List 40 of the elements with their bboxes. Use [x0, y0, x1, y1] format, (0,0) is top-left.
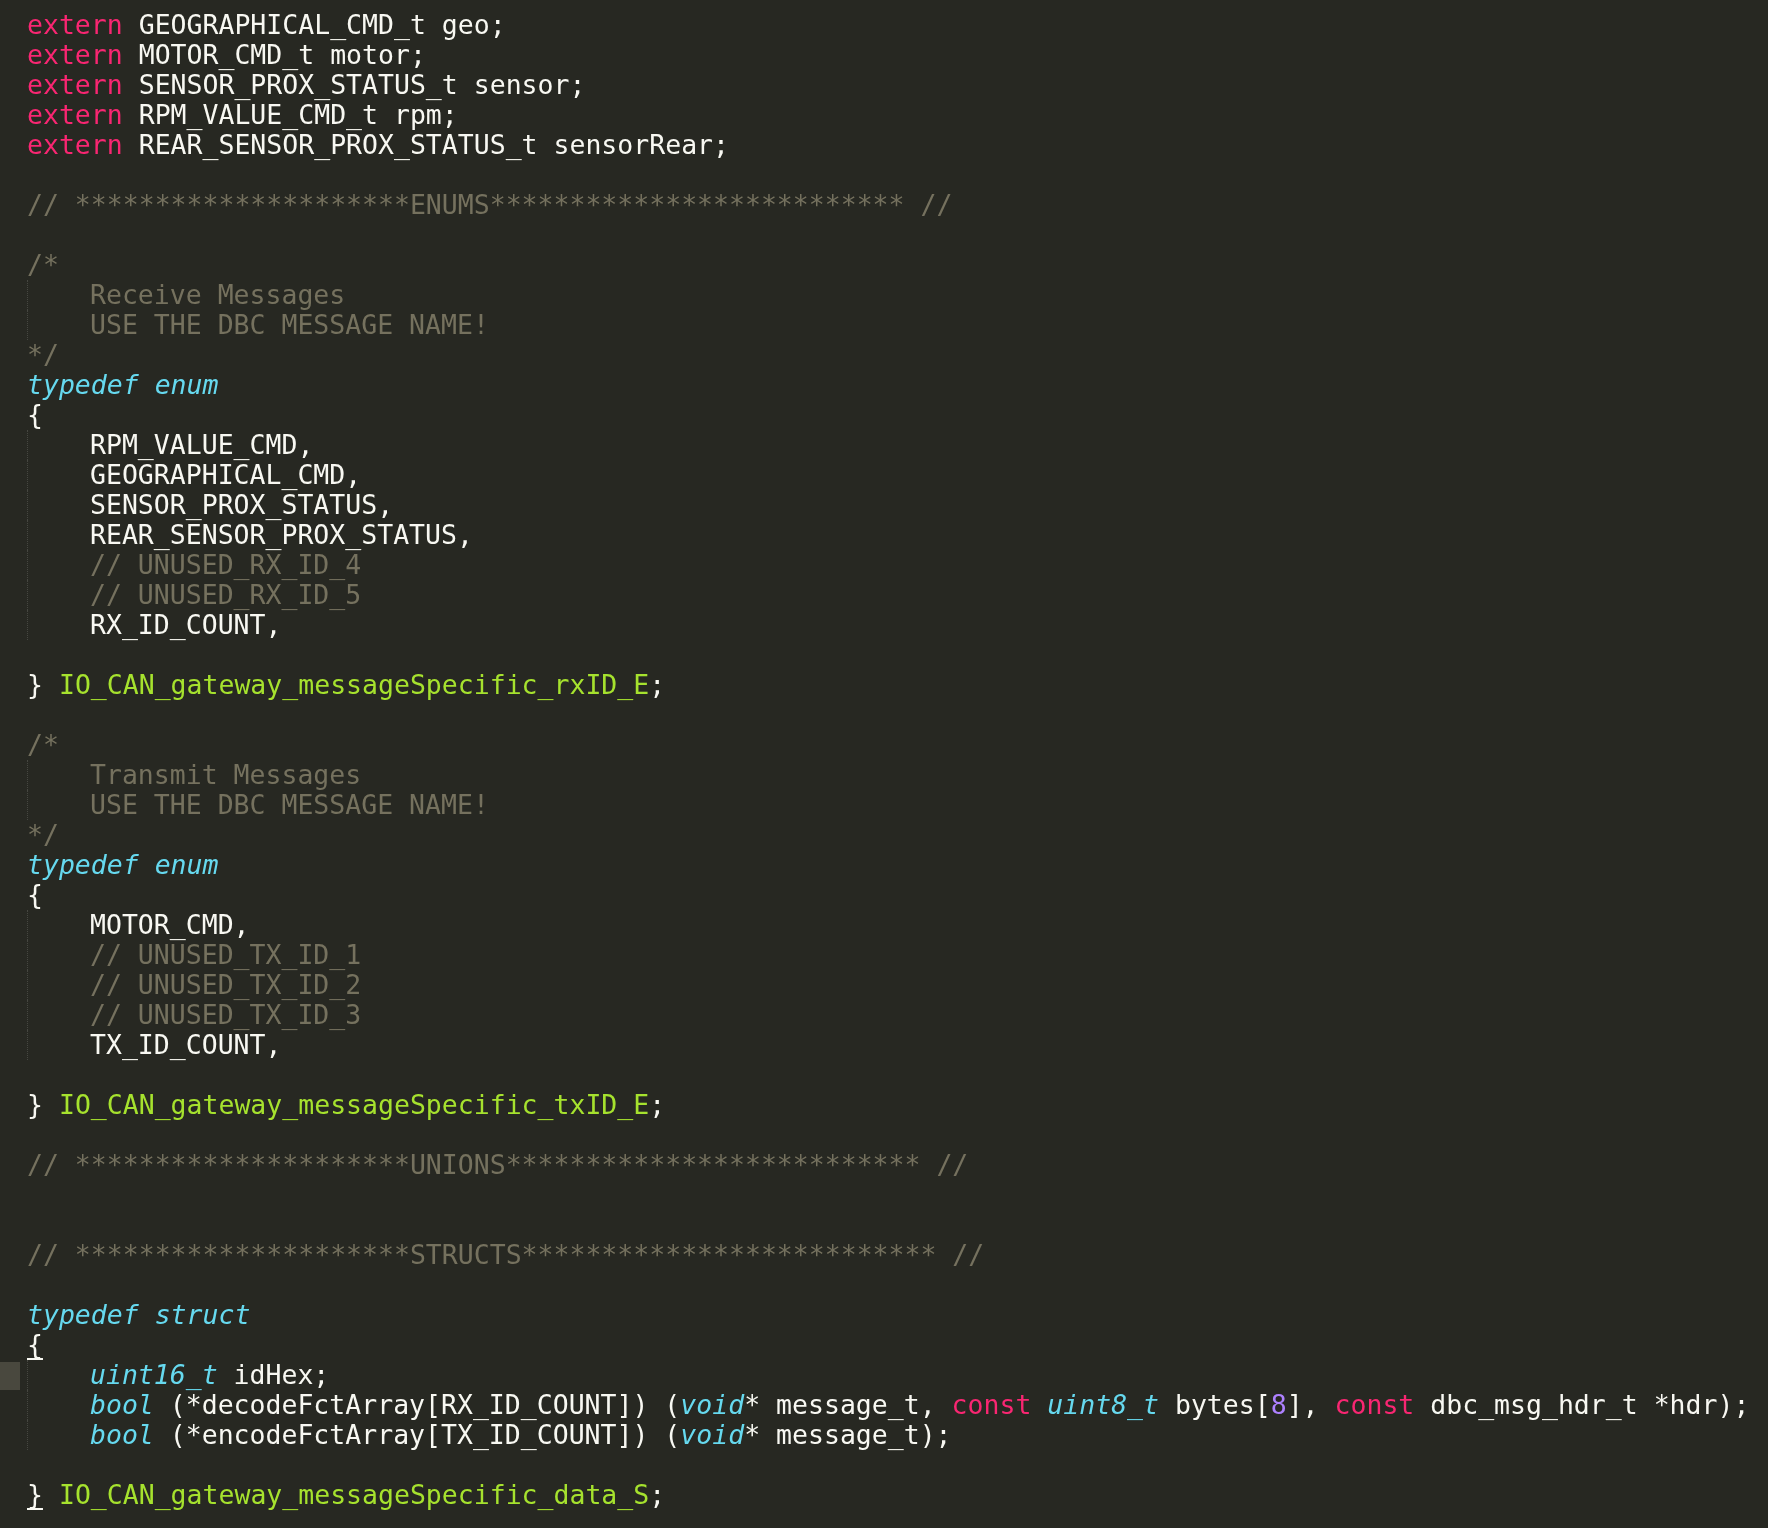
- code-line: // UNUSED_TX_ID_1: [90, 940, 362, 970]
- code-line: // UNUSED_TX_ID_3: [90, 1000, 362, 1030]
- code-line: typedef struct: [27, 1300, 251, 1330]
- code-line: } IO_CAN_gateway_messageSpecific_txID_E;: [27, 1090, 666, 1120]
- code-line: {: [27, 1330, 43, 1360]
- code-line: */: [27, 820, 59, 850]
- code-line: RX_ID_COUNT,: [90, 610, 282, 640]
- code-line: USE THE DBC MESSAGE NAME!: [90, 790, 489, 820]
- code-line: {: [27, 880, 43, 910]
- code-line: GEOGRAPHICAL_CMD,: [90, 460, 362, 490]
- code-line: extern GEOGRAPHICAL_CMD_t geo;: [27, 10, 506, 40]
- code-line: {: [27, 400, 43, 430]
- code-line: extern SENSOR_PROX_STATUS_t sensor;: [27, 70, 586, 100]
- code-line: // *********************ENUMS************************** //: [27, 190, 953, 220]
- code-line: typedef enum: [27, 850, 219, 880]
- code-line: REAR_SENSOR_PROX_STATUS,: [90, 520, 473, 550]
- code-line: /*: [27, 250, 59, 280]
- code-line: extern REAR_SENSOR_PROX_STATUS_t sensorRear;: [27, 130, 729, 160]
- code-line: typedef enum: [27, 370, 219, 400]
- code-line: // *********************STRUCTS************************** //: [27, 1240, 985, 1270]
- code-line: MOTOR_CMD,: [90, 910, 250, 940]
- code-line: Transmit Messages: [90, 760, 362, 790]
- code-line: SENSOR_PROX_STATUS,: [90, 490, 394, 520]
- code-line: TX_ID_COUNT,: [90, 1030, 282, 1060]
- code-line: bool (*decodeFctArray[RX_ID_COUNT]) (void* message_t, const uint8_t bytes[8], const dbc_msg_hdr_t *hdr);: [90, 1390, 1750, 1420]
- code-line: bool (*encodeFctArray[TX_ID_COUNT]) (void* message_t);: [90, 1420, 952, 1450]
- code-line: } IO_CAN_gateway_messageSpecific_rxID_E;: [27, 670, 666, 700]
- code-line: extern RPM_VALUE_CMD_t rpm;: [27, 100, 458, 130]
- code-line: // UNUSED_RX_ID_4: [90, 550, 362, 580]
- code-line: // UNUSED_RX_ID_5: [90, 580, 362, 610]
- code-line: uint16_t idHex;: [90, 1360, 330, 1390]
- code-line: // UNUSED_TX_ID_2: [90, 970, 362, 1000]
- code-line: /*: [27, 730, 59, 760]
- code-line: Receive Messages: [90, 280, 346, 310]
- code-line: extern MOTOR_CMD_t motor;: [27, 40, 426, 70]
- code-line: // *********************UNIONS************************** //: [27, 1150, 969, 1180]
- code-line: */: [27, 340, 59, 370]
- code-line: } IO_CAN_gateway_messageSpecific_data_S;: [27, 1480, 666, 1510]
- code-line: RPM_VALUE_CMD,: [90, 430, 314, 460]
- code-line: USE THE DBC MESSAGE NAME!: [90, 310, 489, 340]
